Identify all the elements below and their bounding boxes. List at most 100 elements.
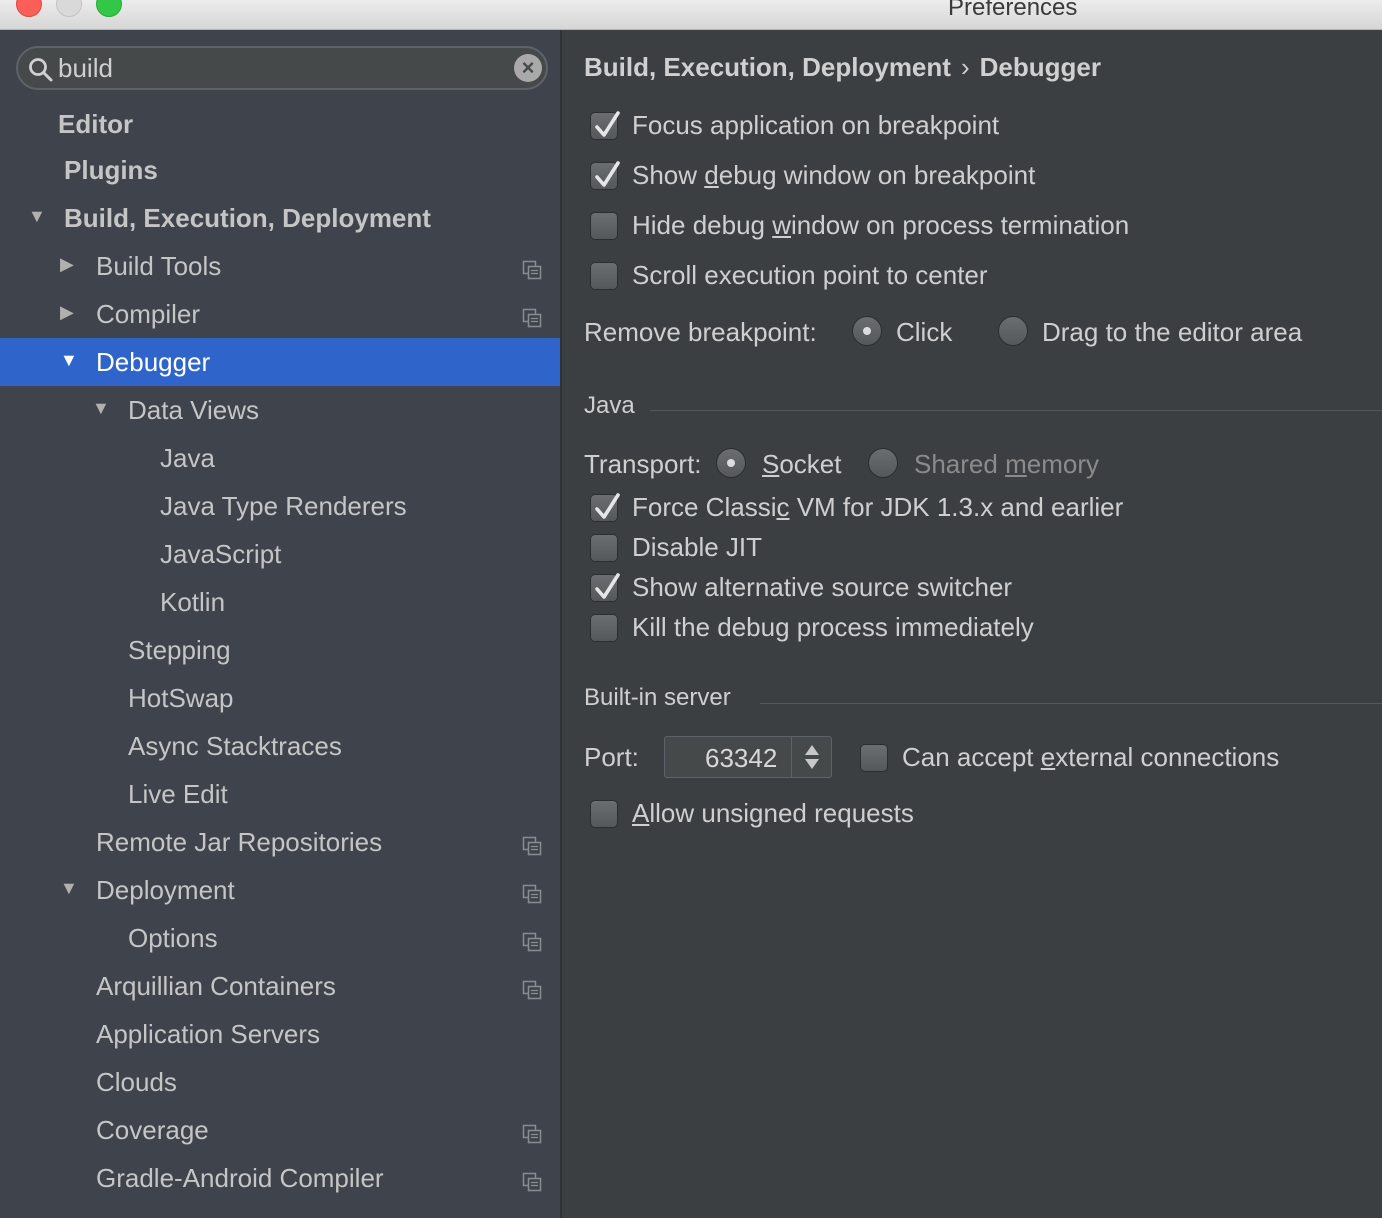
tree-item-javascript[interactable]: JavaScript (0, 530, 560, 578)
expand-arrow-icon[interactable]: ▶ (60, 302, 80, 322)
spinner-arrows-icon[interactable] (792, 737, 832, 777)
port-value[interactable]: 63342 (705, 743, 777, 774)
project-level-icon (522, 1120, 542, 1144)
tree-item-label: Deployment (96, 875, 235, 905)
collapse-arrow-icon[interactable]: ▼ (60, 350, 80, 370)
zoom-window-button[interactable] (96, 0, 122, 17)
tree-item-label: Async Stacktraces (128, 731, 342, 761)
tree-item-coverage[interactable]: Coverage (0, 1106, 560, 1154)
unchecked-checkbox[interactable] (590, 262, 618, 290)
settings-content: Build, Execution, Deployment › Debugger Fo… (564, 30, 1382, 1218)
tree-item-java-type-renderers[interactable]: Java Type Renderers (0, 482, 560, 530)
tree-item-label: Clouds (96, 1067, 177, 1097)
project-level-icon (522, 880, 542, 904)
tree-item-live-edit[interactable]: Live Edit (0, 770, 560, 818)
unchecked-checkbox[interactable] (590, 534, 618, 562)
collapse-arrow-icon[interactable]: ▼ (28, 206, 48, 226)
project-level-icon (522, 976, 542, 1000)
project-level-icon (522, 256, 542, 280)
project-level-icon (522, 832, 542, 856)
checked-checkbox[interactable] (590, 111, 620, 140)
tree-item-label: Compiler (96, 299, 201, 329)
breadcrumb: Build, Execution, Deployment › Debugger (584, 52, 1101, 83)
tree-item-stepping[interactable]: Stepping (0, 626, 560, 674)
port-label: Port: (584, 742, 639, 772)
tree-item-label: Editor (58, 109, 134, 139)
tree-item-deployment[interactable]: ▼ Deployment (0, 866, 560, 914)
unsigned-requests-checkbox[interactable] (590, 800, 618, 828)
tree-item-label: Java Type Renderers (160, 491, 407, 521)
checked-checkbox[interactable] (590, 493, 620, 522)
tree-item-remote-jar-repositories[interactable]: Remote Jar Repositories (0, 818, 560, 866)
transport-socket-label[interactable]: Socket (762, 449, 842, 480)
project-level-icon (522, 1168, 542, 1192)
unsigned-requests-label[interactable]: Allow unsigned requests (632, 798, 914, 829)
close-window-button[interactable] (16, 0, 42, 17)
breadcrumb-separator-icon: › (960, 52, 970, 82)
unchecked-checkbox[interactable] (590, 212, 618, 240)
tree-item-label: Options (128, 923, 218, 953)
tree-item-build-tools[interactable]: ▶ Build Tools (0, 242, 560, 290)
collapse-arrow-icon[interactable]: ▼ (92, 398, 112, 418)
option-label[interactable]: Disable JIT (632, 532, 762, 563)
port-spinner[interactable] (791, 737, 831, 777)
tree-item-label: Stepping (128, 635, 231, 665)
tree-item-label: Build Tools (96, 251, 222, 281)
tree-item-application-servers[interactable]: Application Servers (0, 1010, 560, 1058)
tree-item-label: Gradle-Android Compiler (96, 1163, 384, 1193)
option-label[interactable]: Scroll execution point to center (632, 260, 988, 291)
option-label[interactable]: Focus application on breakpoint (632, 110, 999, 141)
tree-item-label: Kotlin (160, 587, 226, 617)
tree-item-java[interactable]: Java (0, 434, 560, 482)
clear-search-icon[interactable]: × (514, 54, 542, 82)
remove-drag-radio[interactable] (998, 316, 1028, 346)
tree-item-label: Build, Execution, Deployment (64, 203, 431, 233)
collapse-arrow-icon[interactable]: ▼ (60, 878, 80, 898)
external-connections-label[interactable]: Can accept external connections (902, 742, 1279, 773)
tree-item-plugins[interactable]: Plugins (0, 146, 560, 194)
option-label[interactable]: Force Classic VM for JDK 1.3.x and earli… (632, 492, 1123, 523)
project-level-icon (522, 928, 542, 952)
port-stepper[interactable]: 63342 (664, 736, 832, 778)
checked-checkbox[interactable] (590, 573, 620, 602)
tree-item-editor[interactable]: Editor (0, 100, 560, 148)
tree-item-arquillian-containers[interactable]: Arquillian Containers (0, 962, 560, 1010)
checked-checkbox[interactable] (590, 161, 620, 190)
breadcrumb-parent: Build, Execution, Deployment (584, 52, 951, 82)
transport-socket-radio[interactable] (716, 448, 746, 478)
tree-item-async-stacktraces[interactable]: Async Stacktraces (0, 722, 560, 770)
tree-item-hotswap[interactable]: HotSwap (0, 674, 560, 722)
minimize-window-button[interactable] (56, 0, 82, 17)
remove-click-label[interactable]: Click (896, 317, 952, 348)
java-section-divider (650, 410, 1382, 411)
tree-item-label: Data Views (128, 395, 260, 425)
search-icon (29, 58, 53, 82)
remove-breakpoint-label: Remove breakpoint: (584, 317, 817, 347)
tree-item-gradle-android-compiler[interactable]: Gradle-Android Compiler (0, 1154, 560, 1202)
tree-item-label: Live Edit (128, 779, 228, 809)
transport-shared-memory-radio[interactable] (868, 448, 898, 478)
expand-arrow-icon[interactable]: ▶ (60, 254, 80, 274)
settings-sidebar: × Editor Plugins ▼ Build, Execution, Deploy… (0, 30, 562, 1218)
tree-item-label: Debugger (96, 347, 211, 377)
search-box: × (16, 46, 548, 90)
tree-item-data-views[interactable]: ▼ Data Views (0, 386, 560, 434)
tree-item-clouds[interactable]: Clouds (0, 1058, 560, 1106)
breadcrumb-current: Debugger (979, 52, 1101, 82)
tree-item-debugger[interactable]: ▼ Debugger (0, 338, 560, 386)
tree-item-compiler[interactable]: ▶ Compiler (0, 290, 560, 338)
tree-item-kotlin[interactable]: Kotlin (0, 578, 560, 626)
unchecked-checkbox[interactable] (590, 614, 618, 642)
option-label[interactable]: Hide debug window on process termination (632, 210, 1129, 241)
tree-item-label: Remote Jar Repositories (96, 827, 383, 857)
option-label[interactable]: Show alternative source switcher (632, 572, 1012, 603)
search-input[interactable] (58, 52, 498, 84)
option-label[interactable]: Kill the debug process immediately (632, 612, 1034, 643)
remove-click-radio[interactable] (852, 316, 882, 346)
transport-shared-memory-label[interactable]: Shared memory (914, 449, 1099, 480)
tree-item-build-execution-deployment[interactable]: ▼ Build, Execution, Deployment (0, 194, 560, 242)
external-connections-checkbox[interactable] (860, 744, 888, 772)
tree-item-options[interactable]: Options (0, 914, 560, 962)
option-label[interactable]: Show debug window on breakpoint (632, 160, 1035, 191)
remove-drag-label[interactable]: Drag to the editor area (1042, 317, 1302, 348)
